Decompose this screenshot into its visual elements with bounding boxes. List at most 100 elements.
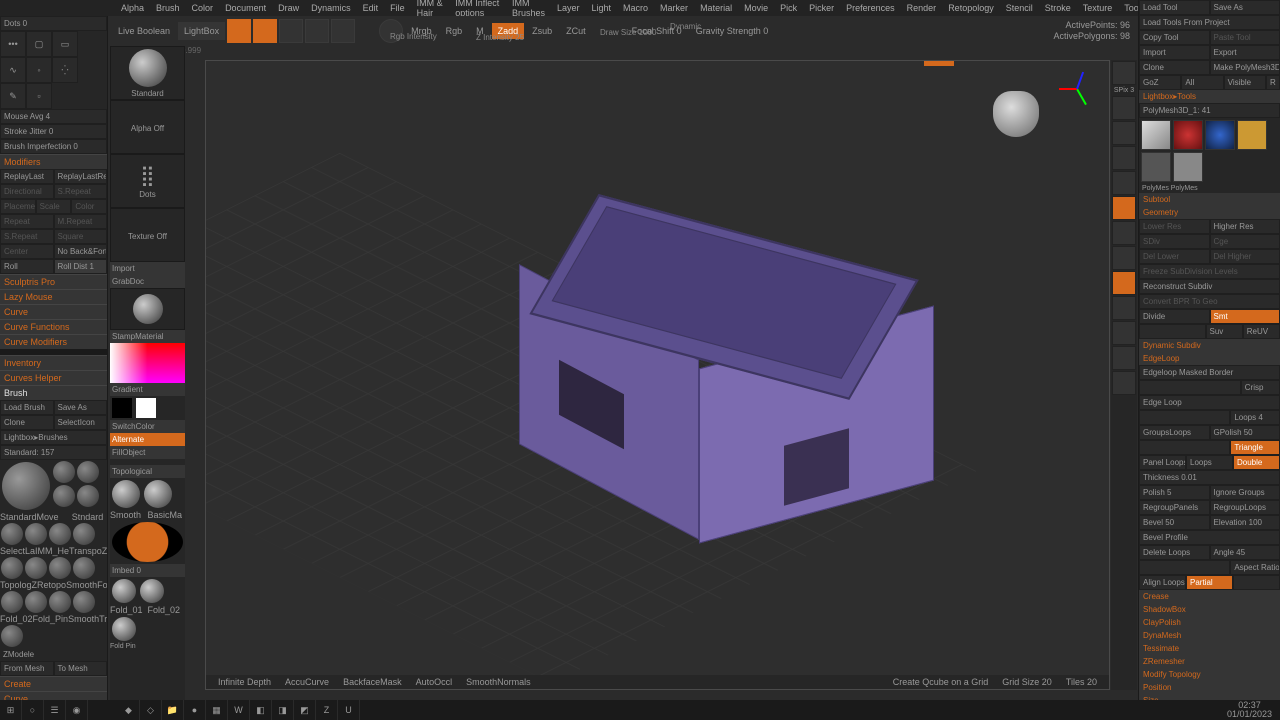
fold02-brush[interactable]	[140, 579, 164, 603]
lazy-mouse-header[interactable]: Lazy Mouse	[0, 289, 107, 304]
brush-selectla-icon[interactable]	[1, 523, 23, 545]
from-mesh-button[interactable]: From Mesh	[0, 661, 54, 676]
del-higher[interactable]: Del Higher	[1210, 249, 1280, 264]
goz-button[interactable]: GoZ	[1139, 75, 1181, 90]
standard-count[interactable]: Standard: 157	[0, 445, 107, 460]
camera-thumbnail[interactable]	[993, 91, 1039, 137]
zcut-button[interactable]: ZCut	[560, 26, 592, 36]
subtool-header[interactable]: Subtool	[1139, 193, 1280, 206]
app3-icon[interactable]: 📁	[162, 700, 184, 720]
higher-res[interactable]: Higher Res	[1210, 219, 1280, 234]
menu-render[interactable]: Render	[901, 3, 943, 13]
freeze-subdiv[interactable]: Freeze SubDivision Levels	[1139, 264, 1280, 279]
z-intensity-slider[interactable]: Z Intensity 25	[476, 33, 524, 42]
to-mesh-button[interactable]: To Mesh	[54, 661, 108, 676]
basic-material-icon[interactable]	[144, 480, 172, 508]
create-header[interactable]: Create	[0, 676, 107, 691]
clone-button[interactable]: Clone	[1139, 60, 1210, 75]
autooccl-toggle[interactable]: AutoOccl	[416, 677, 453, 687]
grid-size-slider[interactable]: Grid Size 20	[1002, 677, 1052, 687]
select-icon-button[interactable]: SelectIcon	[54, 415, 108, 430]
explorer-icon[interactable]: ▦	[206, 700, 228, 720]
fold01-brush[interactable]	[112, 579, 136, 603]
menu-prefs[interactable]: Preferences	[840, 3, 901, 13]
sym-button[interactable]	[1112, 271, 1136, 295]
brush-topolog-icon[interactable]	[1, 557, 23, 579]
bevel-profile[interactable]: Bevel Profile	[1139, 530, 1280, 545]
rect-stroke-icon[interactable]: ▭	[52, 31, 78, 57]
s-repeat2[interactable]: S.Repeat	[0, 229, 54, 244]
app6-icon[interactable]: ◩	[294, 700, 316, 720]
menu-layer[interactable]: Layer	[551, 3, 586, 13]
move-button[interactable]	[279, 19, 303, 43]
unreal-icon[interactable]: U	[338, 700, 360, 720]
brush-foldpin-icon[interactable]	[25, 591, 47, 613]
menu-pick[interactable]: Pick	[774, 3, 803, 13]
repeat-slider[interactable]: Repeat	[0, 214, 54, 229]
word-icon[interactable]: W	[228, 700, 250, 720]
live-boolean-toggle[interactable]: Live Boolean	[112, 26, 176, 36]
scale-opt[interactable]: Scale	[36, 199, 72, 214]
placement[interactable]: Placement	[0, 199, 36, 214]
gpolish-slider[interactable]: GPolish 50	[1210, 425, 1280, 440]
brush-fold02-icon[interactable]	[1, 591, 23, 613]
mouse-avg[interactable]: Mouse Avg 4	[0, 109, 107, 124]
sculptris-header[interactable]: Sculptris Pro	[0, 274, 107, 289]
freehand2-icon[interactable]: ✎	[0, 83, 26, 109]
s-repeat[interactable]: S.Repeat	[54, 184, 108, 199]
dragrect-stroke-icon[interactable]: ▢	[26, 31, 52, 57]
rgb-intensity-slider[interactable]: Rgb Intensity	[390, 32, 437, 41]
no-back-forth[interactable]: No Back&Forth	[54, 244, 108, 259]
task-view-icon[interactable]: ☰	[44, 700, 66, 720]
save-brush-button[interactable]: Save As	[54, 400, 108, 415]
cage-toggle[interactable]: Cge	[1210, 234, 1280, 249]
menu-stroke[interactable]: Stroke	[1039, 3, 1077, 13]
create-qcube-button[interactable]: Create Qcube on a Grid	[893, 677, 989, 687]
spray-stroke-icon[interactable]: ⁛	[52, 57, 78, 83]
delete-loops[interactable]: Delete Loops	[1139, 545, 1210, 560]
suv-toggle[interactable]: Suv	[1206, 324, 1243, 339]
rotate-button[interactable]	[331, 19, 355, 43]
tool-poly-icon[interactable]	[1205, 120, 1235, 150]
brush-zmodeler-icon[interactable]	[1, 625, 23, 647]
elevation-slider[interactable]: Elevation 100	[1210, 515, 1280, 530]
zsub-button[interactable]: Zsub	[526, 26, 558, 36]
solo-button[interactable]	[1112, 246, 1136, 270]
menu-marker[interactable]: Marker	[654, 3, 694, 13]
tool-name[interactable]: PolyMesh3D_1: 41	[1139, 103, 1280, 118]
square-toggle[interactable]: Square	[54, 229, 108, 244]
accucurve-toggle[interactable]: AccuCurve	[285, 677, 329, 687]
zbrush-icon[interactable]: Z	[316, 700, 338, 720]
menu-stencil[interactable]: Stencil	[1000, 3, 1039, 13]
rotate-nav-button[interactable]	[1112, 346, 1136, 370]
grabdoc-button[interactable]: GrabDoc	[110, 275, 185, 288]
loops2[interactable]: Loops	[1186, 455, 1233, 470]
app4-icon[interactable]: ◧	[250, 700, 272, 720]
draw-button[interactable]	[253, 19, 277, 43]
system-clock[interactable]: 02:37 01/01/2023	[1219, 701, 1280, 719]
smooth-brush-icon[interactable]	[112, 480, 140, 508]
frame-button[interactable]	[1112, 196, 1136, 220]
app1-icon[interactable]: ◆	[118, 700, 140, 720]
foldpin-brush[interactable]	[112, 617, 136, 641]
menu-texture[interactable]: Texture	[1077, 3, 1119, 13]
dynamic-solo-button[interactable]	[1112, 221, 1136, 245]
shadowbox-header[interactable]: ShadowBox	[1139, 603, 1280, 616]
local-button[interactable]	[1112, 146, 1136, 170]
brush-transpo-icon[interactable]	[49, 523, 71, 545]
menu-movie[interactable]: Movie	[738, 3, 774, 13]
curve-header[interactable]: Curve	[0, 304, 107, 319]
thickness-slider[interactable]: Thickness 0.01	[1139, 470, 1280, 485]
brush-move-icon[interactable]	[53, 461, 75, 483]
brush-zretopo-icon[interactable]	[25, 557, 47, 579]
curve-functions-header[interactable]: Curve Functions	[0, 319, 107, 334]
brush-claybuild-icon[interactable]	[53, 485, 75, 507]
freehand-stroke-icon[interactable]: ∿	[0, 57, 26, 83]
color-picker[interactable]	[110, 343, 185, 383]
claypolish-header[interactable]: ClayPolish	[1139, 616, 1280, 629]
dynamesh-header[interactable]: DynaMesh	[1139, 629, 1280, 642]
viewport[interactable]: Infinite Depth AccuCurve BackfaceMask Au…	[205, 60, 1110, 690]
color-opt[interactable]: Color	[71, 199, 107, 214]
rgb-button[interactable]: Rgb	[440, 26, 469, 36]
draw-size-slider[interactable]: Draw Size 1000	[600, 28, 656, 37]
